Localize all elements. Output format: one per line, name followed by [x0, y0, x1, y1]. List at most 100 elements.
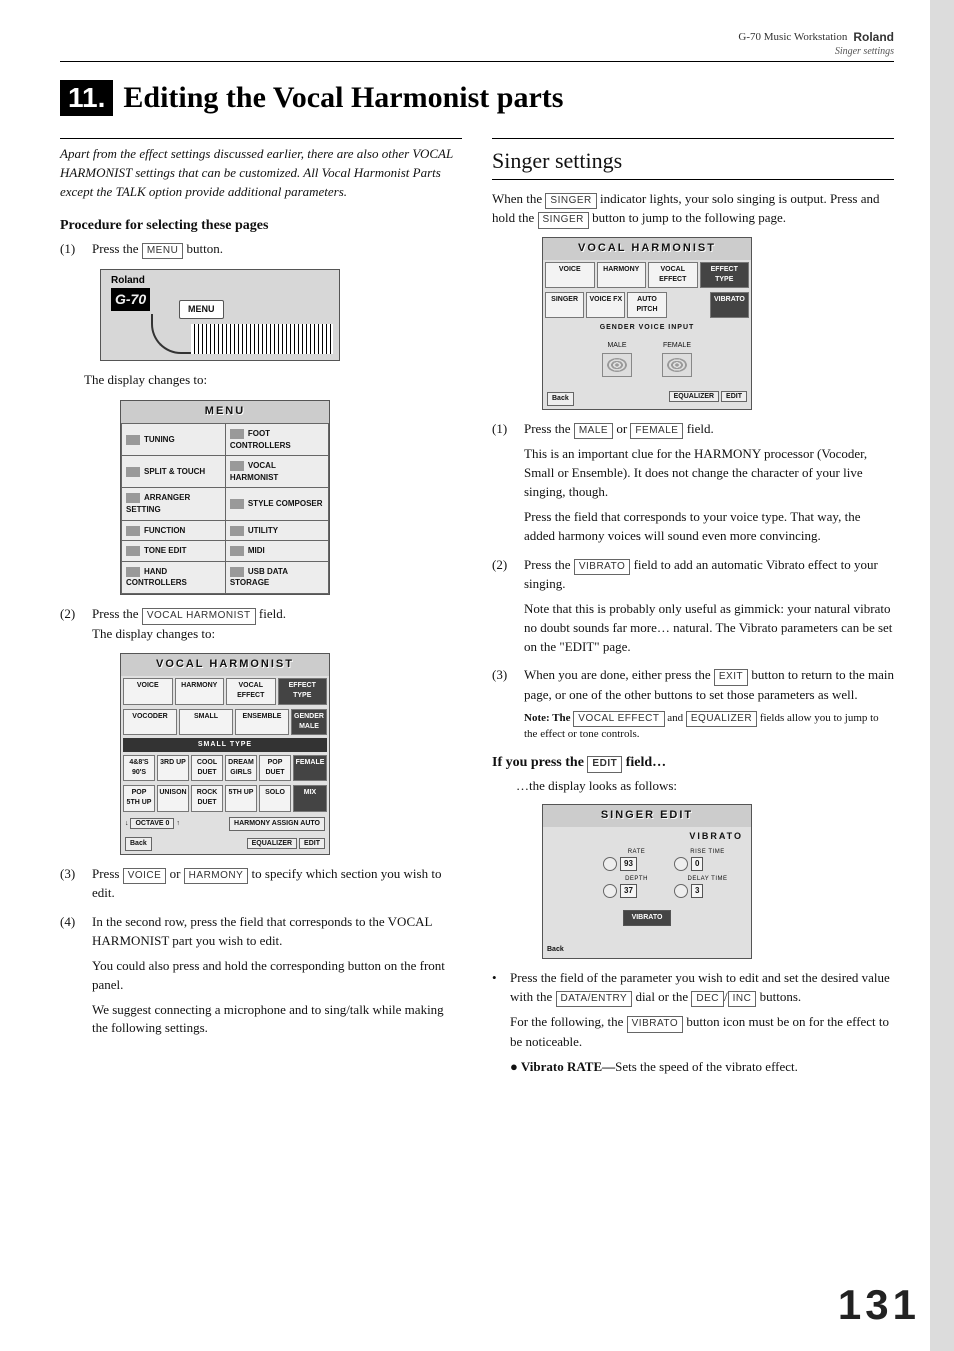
female-button-label: FEMALE [630, 423, 683, 440]
knob-icon [603, 857, 617, 871]
bullet-icon: • [492, 969, 502, 1077]
section-title: Singer settings [492, 145, 894, 177]
knob-icon [603, 884, 617, 898]
dec-button-label: DEC [691, 991, 724, 1008]
menu-cell: TUNING [122, 424, 226, 456]
right-step-1: (1) Press the MALE or FEMALE field. This… [492, 420, 894, 546]
intro-text: Apart from the effect settings discussed… [60, 145, 462, 202]
brand-name: Roland [853, 30, 894, 44]
chapter-title: Editing the Vocal Harmonist parts [123, 81, 563, 115]
singer-fig-title: VOCAL HARMONIST [543, 238, 751, 260]
female-icon [662, 353, 692, 377]
page-number: 131 [838, 1281, 920, 1329]
delaytime-value: 3 [691, 884, 703, 898]
male-button-label: MALE [574, 423, 613, 440]
left-column: Apart from the effect settings discussed… [60, 138, 462, 1081]
menu-cell: ARRANGER SETTING [122, 488, 226, 520]
vh-subtab: SMALL [179, 709, 233, 735]
vh-subtab: VOCODER [123, 709, 177, 735]
data-entry-dial-label: DATA/ENTRY [556, 991, 633, 1008]
right-rule [492, 179, 894, 180]
menu-cell: STYLE COMPOSER [225, 488, 328, 520]
male-icon [602, 353, 632, 377]
menu-button-label: MENU [142, 243, 183, 260]
menu-cell: VOCAL HARMONIST [225, 456, 328, 488]
edit-button-label: EDIT [587, 756, 622, 773]
vh-tab: EFFECT TYPE [278, 678, 328, 704]
menu-grid: TUNINGFOOT CONTROLLERS SPLIT & TOUCHVOCA… [121, 423, 329, 594]
vh-tab: VOICE [123, 678, 173, 704]
page-header: G-70 Music Workstation Roland [60, 30, 894, 44]
rate-value: 93 [620, 857, 637, 871]
device-top-label: Roland [111, 274, 145, 289]
back-button: Back [547, 392, 574, 406]
vh-subtab: ENSEMBLE [235, 709, 289, 735]
side-shade [930, 0, 954, 1351]
menu-cell: USB DATA STORAGE [225, 561, 328, 593]
right-rule-top [492, 138, 894, 139]
knob-icon [674, 884, 688, 898]
figure-singer-edit-screen: SINGER EDIT VIBRATO RATE93 RISE TIME0 DE… [542, 804, 752, 959]
keyboard-icon [191, 324, 333, 354]
bullet-1: • Press the field of the parameter you w… [492, 969, 894, 1077]
right-para-1: When the SINGER indicator lights, your s… [492, 190, 894, 229]
back-button: Back [547, 946, 564, 953]
vibrato-button-label: VIBRATO [574, 559, 630, 576]
menu-cell: HAND CONTROLLERS [122, 561, 226, 593]
singer-button-label: SINGER [538, 212, 589, 229]
menu-screen-title: MENU [121, 401, 329, 423]
back-button: Back [125, 837, 152, 851]
risetime-value: 0 [691, 857, 703, 871]
gender-voice-input-label: GENDER VOICE INPUT [543, 320, 751, 336]
sub-bullet-label: ● Vibrato RATE— [510, 1059, 615, 1074]
right-step-3: (3) When you are done, either press the … [492, 666, 894, 743]
left-step-2: (2) Press the VOCAL HARMONIST field. The… [60, 605, 462, 643]
left-step-4: (4) In the second row, press the field t… [60, 913, 462, 1038]
edit-fig-title: SINGER EDIT [543, 805, 751, 827]
left-rule [60, 138, 462, 139]
inc-button-label: INC [728, 991, 757, 1008]
menu-cell: UTILITY [225, 520, 328, 541]
chapter-title-row: 11. Editing the Vocal Harmonist parts [60, 80, 894, 116]
vh-tab: VOCAL EFFECT [226, 678, 276, 704]
knob-icon [674, 857, 688, 871]
vh-title: VOCAL HARMONIST [121, 654, 329, 676]
vocal-harmonist-button-label: VOCAL HARMONIST [142, 608, 256, 625]
device-brand-label: G-70 [111, 288, 150, 310]
edit-caption: …the display looks as follows: [516, 777, 894, 796]
chapter-number: 11. [60, 80, 113, 116]
voice-button-label: VOICE [123, 868, 167, 885]
left-step-1: (1) Press the MENU button. [60, 240, 462, 260]
header-subsection: Singer settings [60, 46, 894, 57]
vibrato-button-label: VIBRATO [627, 1016, 683, 1033]
product-name: G-70 Music Workstation [738, 31, 847, 43]
exit-button-label: EXIT [714, 669, 748, 686]
header-rule [60, 61, 894, 62]
vh-gender-label: GENDERMALE [291, 709, 327, 735]
menu-cell: FUNCTION [122, 520, 226, 541]
left-step-3: (3) Press VOICE or HARMONY to specify wh… [60, 865, 462, 903]
edit-vibrato-title: VIBRATO [543, 827, 751, 846]
figure-singer-screen: VOCAL HARMONIST VOICE HARMONY VOCAL EFFE… [542, 237, 752, 410]
figure-vocal-harmonist-screen: VOCAL HARMONIST VOICE HARMONY VOCAL EFFE… [120, 653, 330, 854]
menu-cell: TONE EDIT [122, 541, 226, 562]
singer-button-label: SINGER [545, 193, 596, 210]
vh-tab: HARMONY [175, 678, 225, 704]
vocal-effect-button-label: VOCAL EFFECT [573, 711, 664, 728]
caption-1: The display changes to: [84, 371, 462, 390]
depth-value: 37 [620, 884, 637, 898]
figure-menu-screen: MENU TUNINGFOOT CONTROLLERS SPLIT & TOUC… [120, 400, 330, 595]
edit-head: If you press the EDIT field… [492, 753, 894, 773]
vibrato-toggle: VIBRATO [623, 910, 672, 926]
equalizer-button-label: EQUALIZER [686, 711, 757, 728]
vh-small-type-label: SMALL TYPE [123, 738, 327, 752]
harmony-button-label: HARMONY [184, 868, 249, 885]
menu-cell: FOOT CONTROLLERS [225, 424, 328, 456]
menu-cell: SPLIT & TOUCH [122, 456, 226, 488]
right-step-2: (2) Press the VIBRATO field to add an au… [492, 556, 894, 657]
left-subhead: Procedure for selecting these pages [60, 216, 462, 236]
right-column: Singer settings When the SINGER indicato… [492, 138, 894, 1081]
step-number: (1) [60, 240, 84, 260]
menu-cell: MIDI [225, 541, 328, 562]
figure-device: Roland G-70 MENU [100, 269, 340, 361]
